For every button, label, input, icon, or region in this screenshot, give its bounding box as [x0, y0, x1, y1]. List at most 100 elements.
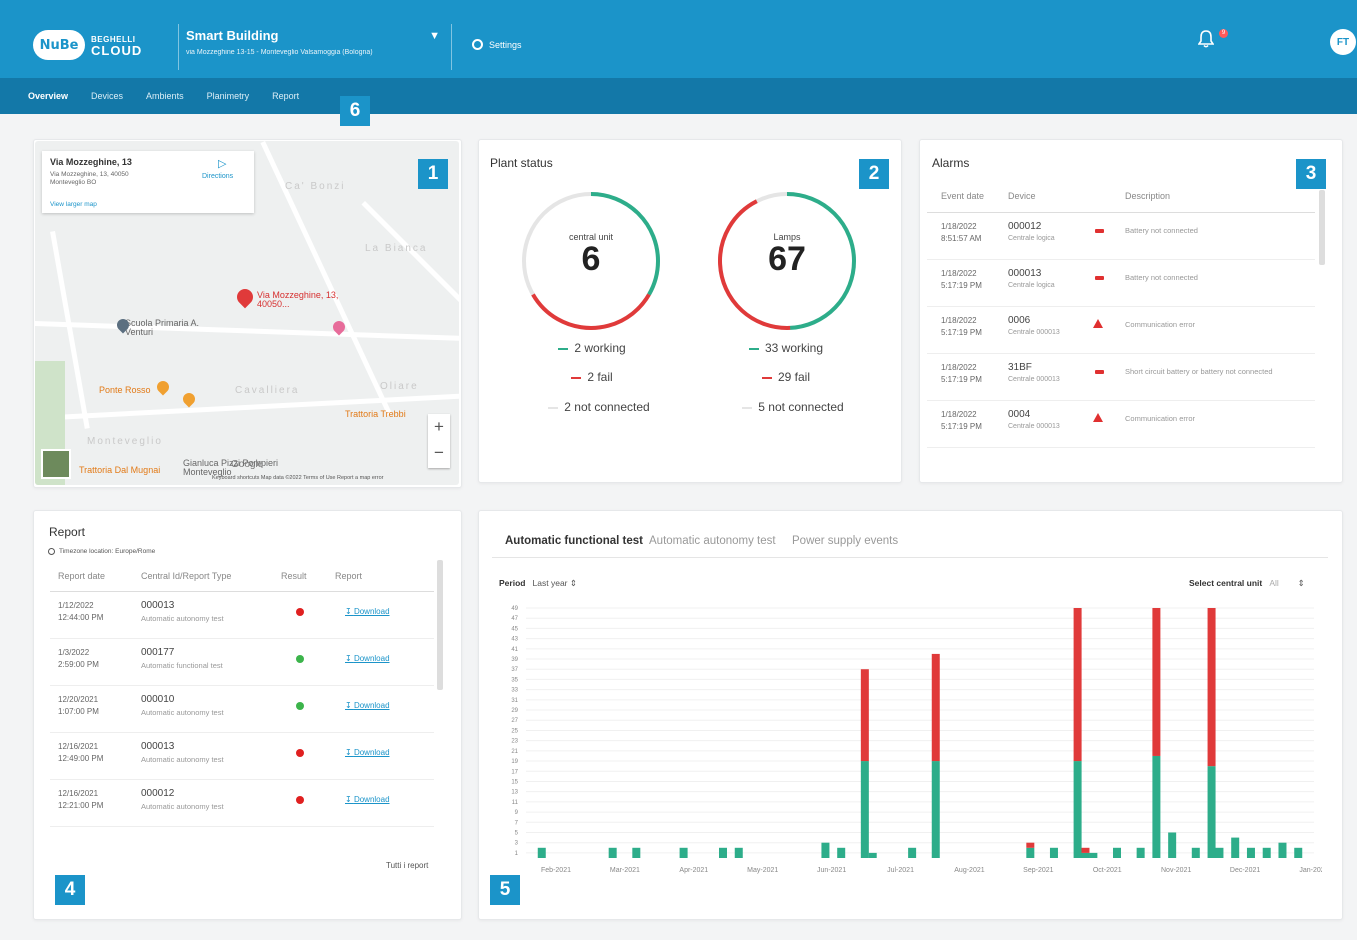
- bar-pass[interactable]: [1246, 847, 1255, 858]
- settings-link[interactable]: Settings: [472, 39, 522, 50]
- x-tick-label: Sep-2021: [1023, 867, 1053, 874]
- bar-pass[interactable]: [837, 847, 846, 858]
- alarms-title: Alarms: [932, 156, 970, 170]
- map-info-address: Via Mozzeghine, 13, 40050 Monteveglio BO: [50, 171, 129, 186]
- bar-fail[interactable]: [1081, 847, 1090, 853]
- bar-fail[interactable]: [1152, 608, 1161, 756]
- bar-pass[interactable]: [632, 847, 641, 858]
- bar-pass[interactable]: [1113, 847, 1121, 858]
- report-row[interactable]: 12/16/2021 12:21:00 PM 000012 Automatic a…: [50, 780, 434, 827]
- report-col-result[interactable]: Result: [281, 571, 307, 581]
- alarm-row[interactable]: 1/18/2022 5:17:19 PM 0006 Centrale 000013…: [927, 307, 1315, 354]
- tab-report[interactable]: Report: [272, 91, 299, 101]
- central-unit-select[interactable]: Select central unit All ⇕: [1189, 578, 1305, 589]
- map-info-title: Via Mozzeghine, 13: [50, 157, 132, 167]
- bar-pass[interactable]: [931, 761, 940, 858]
- warning-icon: [1093, 413, 1103, 422]
- bar-pass[interactable]: [734, 847, 743, 858]
- tab-devices[interactable]: Devices: [91, 91, 123, 101]
- bar-pass[interactable]: [1089, 852, 1098, 858]
- bar-pass[interactable]: [1026, 847, 1035, 858]
- report-row[interactable]: 1/3/2022 2:59:00 PM 000177 Automatic func…: [50, 639, 434, 686]
- y-tick-label: 41: [511, 647, 518, 653]
- bar-fail[interactable]: [1026, 842, 1035, 848]
- bar-pass[interactable]: [860, 761, 869, 858]
- download-link[interactable]: ↧ Download: [345, 701, 390, 710]
- bar-fail[interactable]: [931, 653, 940, 762]
- bar-pass[interactable]: [608, 847, 617, 858]
- bar-pass[interactable]: [1136, 847, 1145, 858]
- tab-ambients[interactable]: Ambients: [146, 91, 184, 101]
- download-link[interactable]: ↧ Download: [345, 654, 390, 663]
- y-tick-label: 43: [511, 637, 518, 643]
- lamps-not-connected-legend: 5 not connected: [726, 400, 860, 414]
- report-col-date[interactable]: Report date: [58, 571, 105, 581]
- bar-pass[interactable]: [1262, 847, 1271, 858]
- alarms-col-date[interactable]: Event date: [941, 191, 984, 201]
- bar-pass[interactable]: [1073, 761, 1082, 858]
- tab-planimetry[interactable]: Planimetry: [207, 91, 250, 101]
- zoom-in-button[interactable]: +: [428, 414, 450, 440]
- report-row[interactable]: 12/16/2021 12:49:00 PM 000013 Automatic a…: [50, 733, 434, 780]
- download-link[interactable]: ↧ Download: [345, 748, 390, 757]
- report-col-type[interactable]: Central Id/Report Type: [141, 571, 231, 581]
- pin-label: Via Mozzeghine, 13, 40050...: [257, 290, 339, 309]
- tab-overview[interactable]: Overview: [28, 91, 68, 101]
- bar-pass[interactable]: [908, 847, 917, 858]
- bar-pass[interactable]: [1207, 766, 1216, 858]
- y-tick-label: 3: [515, 841, 519, 847]
- bar-fail[interactable]: [1207, 608, 1216, 767]
- alarms-col-device[interactable]: Device: [1008, 191, 1036, 201]
- x-tick-label: Jul-2021: [887, 867, 914, 874]
- alarm-row[interactable]: 1/18/2022 8:51:57 AM 000012 Centrale logi…: [927, 213, 1315, 260]
- bar-pass[interactable]: [719, 847, 727, 858]
- alarm-row[interactable]: 1/18/2022 5:17:19 PM 000013 Centrale logi…: [927, 260, 1315, 307]
- bar-pass[interactable]: [1081, 852, 1090, 858]
- bar-pass[interactable]: [1231, 837, 1240, 858]
- all-reports-link[interactable]: Tutti i report: [386, 861, 428, 870]
- bar-pass[interactable]: [1191, 847, 1200, 858]
- directions-icon[interactable]: ▷: [218, 157, 226, 170]
- location-pin-icon[interactable]: [233, 285, 257, 309]
- tab-power-supply-events[interactable]: Power supply events: [792, 535, 898, 547]
- alarms-scrollbar[interactable]: [1319, 190, 1325, 265]
- bar-pass[interactable]: [1278, 842, 1287, 858]
- view-larger-map-link[interactable]: View larger map: [50, 201, 97, 208]
- bar-fail[interactable]: [860, 669, 869, 762]
- tab-functional-test[interactable]: Automatic functional test: [505, 535, 643, 547]
- report-scrollbar[interactable]: [437, 560, 443, 690]
- alarms-col-description[interactable]: Description: [1125, 191, 1170, 201]
- period-select[interactable]: Period Last year ⇕: [499, 578, 577, 589]
- directions-link[interactable]: Directions: [202, 173, 233, 180]
- bar-pass[interactable]: [821, 842, 830, 858]
- download-link[interactable]: ↧ Download: [345, 795, 390, 804]
- bar-pass[interactable]: [1168, 832, 1177, 858]
- bar-pass[interactable]: [1049, 847, 1058, 858]
- alarm-row[interactable]: 1/18/2022 5:17:19 PM 0004 Centrale 000013…: [927, 401, 1315, 448]
- bar-pass[interactable]: [679, 847, 688, 858]
- download-link[interactable]: ↧ Download: [345, 607, 390, 616]
- tab-autonomy-test[interactable]: Automatic autonomy test: [649, 535, 776, 547]
- app-logo[interactable]: NuBe BEGHELLI CLOUD: [33, 30, 142, 60]
- bar-pass[interactable]: [868, 852, 877, 858]
- bar-fail[interactable]: [1073, 608, 1082, 762]
- restaurant-pin-icon: [154, 378, 172, 396]
- zoom-out-button[interactable]: −: [428, 440, 450, 466]
- alarm-row[interactable]: 1/18/2022 5:17:19 PM 31BF Centrale 000013…: [927, 354, 1315, 401]
- avatar[interactable]: FT: [1330, 29, 1356, 55]
- x-tick-label: Aug-2021: [954, 867, 984, 874]
- report-row[interactable]: 12/20/2021 1:07:00 PM 000010 Automatic au…: [50, 686, 434, 733]
- y-tick-label: 27: [511, 718, 518, 724]
- main-nav: Overview Devices Ambients Planimetry Rep…: [0, 78, 1357, 114]
- y-tick-label: 1: [515, 851, 519, 857]
- bar-pass[interactable]: [1294, 847, 1303, 858]
- report-row[interactable]: 1/12/2022 12:44:00 PM 000013 Automatic au…: [50, 592, 434, 639]
- report-col-report[interactable]: Report: [335, 571, 362, 581]
- bar-pass[interactable]: [537, 847, 546, 858]
- building-selector[interactable]: Smart Building via Mozzeghine 13-15 - Mo…: [186, 28, 444, 56]
- bar-pass[interactable]: [1215, 847, 1224, 858]
- battery-icon: [1095, 370, 1104, 374]
- bell-icon[interactable]: [1198, 30, 1214, 48]
- satellite-toggle-icon[interactable]: [41, 449, 71, 479]
- bar-pass[interactable]: [1152, 755, 1161, 858]
